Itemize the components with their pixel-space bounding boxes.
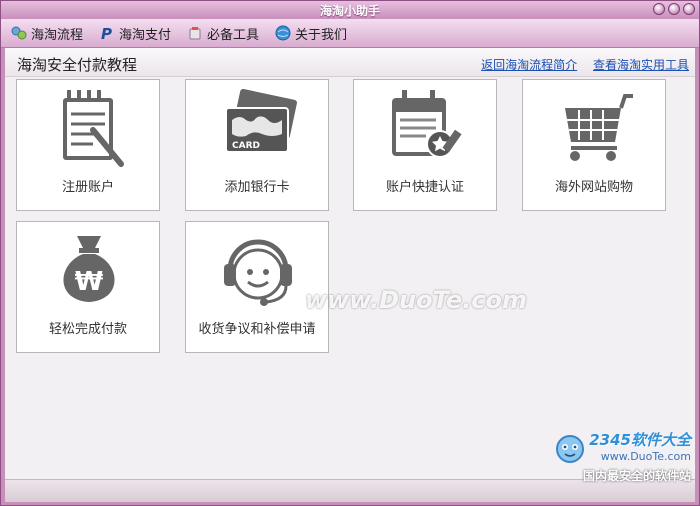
certificate-seal-icon [392,90,462,158]
menu-item-label: 海淘支付 [119,27,172,43]
toolbox-icon [189,27,201,40]
view-tools-link[interactable]: 查看海淘实用工具 [593,58,689,72]
menu-bar: 海淘流程 P 海淘支付 必备工具 关于我们 [1,19,699,48]
tile-complete-payment[interactable]: ₩ 轻松完成付款 [16,221,160,353]
tile-label: 添加银行卡 [224,180,290,195]
close-button[interactable] [683,3,695,15]
mascot-logo-icon [556,435,584,463]
tile-register-account[interactable]: 注册账户 [16,79,160,211]
paypal-icon: P [101,25,112,41]
window-controls [653,3,695,15]
currency-symbol: ₩ [75,267,104,297]
menu-item-about-us[interactable]: 关于我们 [275,24,347,43]
maximize-button[interactable] [668,3,680,15]
tile-label: 海外网站购物 [554,180,633,195]
watermark-text: www.DuoTe.com [305,286,527,314]
brand-slogan: 国内最安全的软件站 [582,469,691,483]
menu-item-label: 海淘流程 [31,27,84,43]
menu-item-label: 必备工具 [207,27,260,43]
tile-account-verification[interactable]: 账户快捷认证 [353,79,497,211]
app-window: 海淘小助手 海淘流程 P 海淘支付 必备工具 关于我们 海淘安全付款教程 返回海… [0,0,700,506]
svg-text:P: P [101,25,112,41]
tile-label: 账户快捷认证 [385,180,464,195]
process-icon [11,26,27,40]
tile-label: 轻松完成付款 [48,322,127,337]
headset-support-icon [224,239,292,306]
window-title: 海淘小助手 [319,4,380,18]
brand-logo: 2345软件大全 www.DuoTe.com 国内最安全的软件站 [583,429,691,484]
money-bag-icon: ₩ [63,236,115,302]
page-title: 海淘安全付款教程 [17,56,138,74]
tile-overseas-shopping[interactable]: 海外网站购物 [522,79,666,211]
back-to-process-link[interactable]: 返回海淘流程简介 [481,58,577,72]
card-text: CARD [232,141,260,151]
menu-item-essential-tools[interactable]: 必备工具 [187,24,259,43]
shopping-cart-icon [565,94,633,161]
brand-name: 2345软件大全 [589,431,691,449]
content-header: 海淘安全付款教程 返回海淘流程简介 查看海淘实用工具 [5,48,695,77]
tile-label: 注册账户 [61,180,114,195]
notebook-pen-icon [63,90,124,167]
tile-label: 收货争议和补偿申请 [198,322,316,337]
title-bar[interactable]: 海淘小助手 [1,1,699,19]
tile-add-bank-card[interactable]: CARD 添加银行卡 [185,79,329,211]
brand-url: www.DuoTe.com [600,450,691,463]
menu-item-haitao-process[interactable]: 海淘流程 [11,24,83,43]
bank-card-icon: CARD [225,88,297,153]
globe-icon [275,25,291,41]
menu-item-label: 关于我们 [295,27,348,43]
header-links: 返回海淘流程简介 查看海淘实用工具 [469,56,689,73]
minimize-button[interactable] [653,3,665,15]
menu-item-haitao-payment[interactable]: P 海淘支付 [99,24,171,43]
